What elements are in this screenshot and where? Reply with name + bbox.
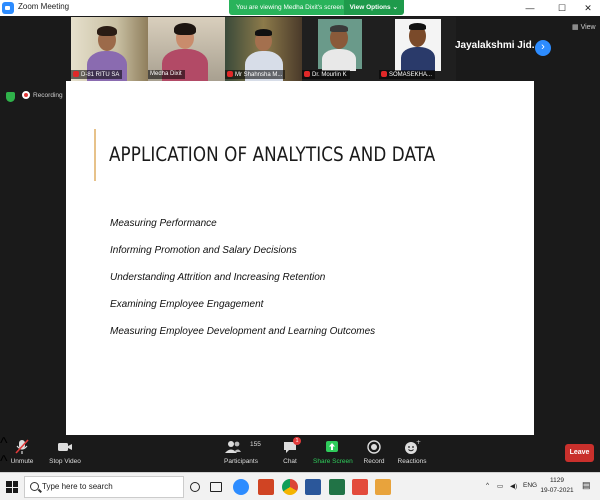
- participant-tile[interactable]: SOMASEKHA...: [379, 17, 456, 81]
- slide-accent-line: [94, 129, 96, 181]
- search-icon: [30, 482, 39, 491]
- unmute-button[interactable]: Unmute: [8, 439, 36, 465]
- participants-button[interactable]: 155 Participants: [222, 439, 261, 465]
- participant-tile[interactable]: D-81 RITU SA: [71, 17, 148, 81]
- leave-button[interactable]: Leave: [565, 444, 594, 462]
- record-button[interactable]: Record: [362, 439, 386, 465]
- slide-bullet: Understanding Attrition and Increasing R…: [110, 272, 326, 283]
- zoom-app-icon[interactable]: [233, 479, 249, 495]
- participants-icon: [225, 441, 241, 453]
- mic-muted-icon: [304, 71, 310, 77]
- record-dot-icon: [22, 91, 30, 99]
- slide-bullet: Examining Employee Engagement: [110, 299, 264, 310]
- taskbar-clock[interactable]: 1129 19-07-2021: [540, 476, 574, 496]
- word-icon[interactable]: [305, 479, 321, 495]
- acrobat-icon[interactable]: [352, 479, 368, 495]
- participant-name: Mr Shahnsha M...: [235, 72, 283, 78]
- chrome-icon[interactable]: [282, 479, 298, 495]
- stop-video-button[interactable]: Stop Video: [48, 439, 82, 465]
- windows-taskbar: Type here to search ^ ▭ ◀) ENG 1129 19-0…: [0, 472, 600, 500]
- slide-bullet: Measuring Employee Development and Learn…: [110, 326, 376, 337]
- screen-share-banner: You are viewing Medha Dixit's screen Vie…: [229, 0, 404, 15]
- close-button[interactable]: ✕: [578, 0, 598, 16]
- view-button[interactable]: ▦ View: [572, 23, 596, 31]
- participant-name: Dr. Mourlin K: [312, 72, 347, 78]
- slide-bullet: Informing Promotion and Salary Decisions: [110, 245, 297, 256]
- meeting-toolbar: Unmute ^ Stop Video ^ 155 Participants ^…: [0, 435, 600, 500]
- participant-name: SOMASEKHA...: [389, 72, 433, 78]
- task-view-icon[interactable]: [210, 482, 222, 492]
- shared-screen-slide: APPLICATION OF ANALYTICS AND DATA Measur…: [66, 81, 534, 435]
- mic-muted-icon: [227, 71, 233, 77]
- cortana-icon[interactable]: [190, 482, 200, 492]
- participant-tile[interactable]: Medha Dixit: [148, 17, 225, 81]
- taskbar-search-input[interactable]: Type here to search: [24, 476, 184, 498]
- powerpoint-icon[interactable]: [258, 479, 274, 495]
- network-icon[interactable]: ▭: [497, 482, 503, 490]
- video-options-caret[interactable]: ^: [0, 453, 600, 471]
- recording-label: Recording: [33, 91, 63, 99]
- windows-start-icon[interactable]: [6, 481, 18, 493]
- participant-name: D-81 RITU SA: [81, 72, 120, 78]
- grid-icon: ▦: [572, 24, 581, 31]
- show-hidden-icons[interactable]: ^: [486, 482, 489, 489]
- notifications-icon[interactable]: ▤: [582, 480, 591, 491]
- clock-date: 19-07-2021: [540, 487, 574, 494]
- maximize-button[interactable]: ☐: [552, 0, 572, 16]
- file-explorer-icon[interactable]: [375, 479, 391, 495]
- participant-name: Medha Dixit: [150, 71, 182, 77]
- svg-text:+: +: [416, 439, 421, 446]
- excel-icon[interactable]: [329, 479, 345, 495]
- chat-icon: 1: [281, 437, 301, 455]
- participant-tile[interactable]: Dr. Mourlin K: [302, 17, 379, 81]
- language-indicator[interactable]: ENG: [523, 482, 537, 489]
- mic-muted-icon: [381, 71, 387, 77]
- share-screen-button[interactable]: Share Screen: [313, 439, 353, 465]
- zoom-logo-icon: [2, 2, 14, 14]
- view-options-button[interactable]: View Options ⌄: [343, 0, 404, 15]
- volume-icon[interactable]: ◀): [510, 482, 517, 490]
- share-screen-icon: [323, 439, 341, 455]
- participant-tile[interactable]: Mr Shahnsha M...: [225, 17, 302, 81]
- search-placeholder: Type here to search: [42, 482, 113, 491]
- zoom-meeting-window: Zoom Meeting — ☐ ✕ You are viewing Medha…: [0, 0, 600, 500]
- minimize-button[interactable]: —: [520, 0, 540, 16]
- slide-bullet-list: Measuring Performance Informing Promotio…: [110, 218, 375, 353]
- video-camera-icon: [56, 439, 74, 455]
- slide-bullet: Measuring Performance: [110, 218, 217, 229]
- mic-muted-icon: [73, 71, 79, 77]
- clock-time: 1129: [550, 477, 564, 484]
- smiley-plus-icon: +: [403, 439, 421, 455]
- chat-button[interactable]: 1 Chat: [280, 437, 301, 465]
- reactions-button[interactable]: + Reactions: [397, 439, 427, 465]
- window-title: Zoom Meeting: [18, 2, 70, 11]
- slide-title: APPLICATION OF ANALYTICS AND DATA: [109, 143, 436, 166]
- next-page-button[interactable]: ›: [535, 40, 551, 56]
- mic-off-icon: [13, 439, 31, 455]
- record-icon: [365, 439, 383, 455]
- chat-badge: 1: [293, 437, 301, 445]
- participant-name-large: Jayalakshmi Jid...: [455, 40, 541, 51]
- security-shield-icon[interactable]: [6, 92, 15, 102]
- recording-indicator[interactable]: Recording: [22, 91, 63, 99]
- viewing-text: You are viewing Medha Dixit's screen: [236, 4, 344, 11]
- participants-count: 155: [250, 441, 261, 448]
